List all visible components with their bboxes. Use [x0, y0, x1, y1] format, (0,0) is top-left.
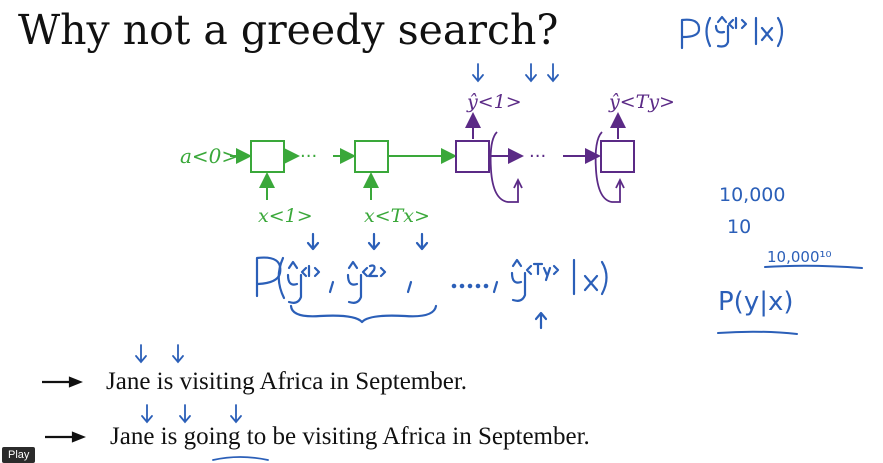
sentence-2: Jane is going to be visiting Africa in S… — [110, 423, 590, 450]
video-slide-frame: Why not a greedy search? a<0> ··· x<1> x… — [0, 0, 883, 463]
sentence-1: Jane is visiting Africa in September. — [106, 368, 468, 395]
